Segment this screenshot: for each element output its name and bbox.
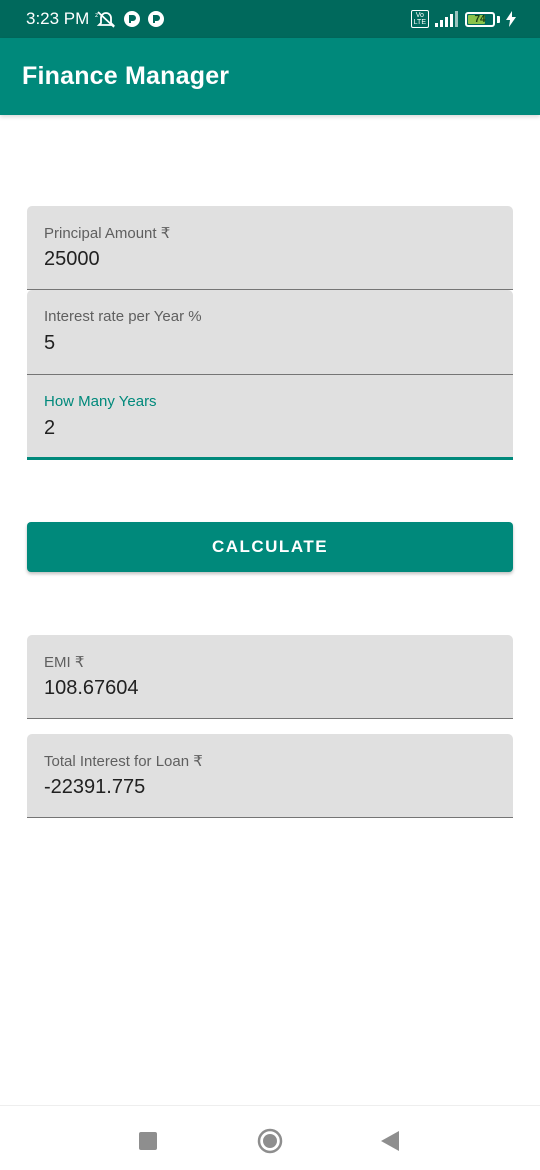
interest-rate-label: Interest rate per Year % (44, 308, 202, 325)
charging-icon (506, 11, 516, 27)
status-time: 3:23 PM (26, 9, 90, 28)
total-interest-output[interactable] (44, 776, 484, 799)
years-input[interactable] (44, 417, 484, 440)
principal-amount-label: Principal Amount ₹ (44, 225, 171, 242)
calculate-button[interactable]: CALCULATE (27, 522, 513, 572)
recents-square-icon[interactable] (133, 1126, 163, 1156)
volte-icon: Vo LTE (410, 10, 429, 28)
battery-tip (497, 15, 500, 23)
emi-label: EMI ₹ (44, 654, 85, 671)
total-interest-label: Total Interest for Loan ₹ (44, 753, 203, 770)
status-left: 3:23 PM z (26, 9, 165, 29)
years-field[interactable]: How Many Years (27, 375, 513, 460)
status-bar: 3:23 PM z Vo LTE 74 (0, 0, 540, 38)
years-label: How Many Years (44, 393, 157, 410)
emi-result-field[interactable]: EMI ₹ (27, 635, 513, 719)
circle-app-icon (123, 10, 141, 28)
emi-output[interactable] (44, 677, 484, 700)
back-triangle-icon[interactable] (375, 1126, 405, 1156)
interest-rate-field[interactable]: Interest rate per Year % (27, 290, 513, 375)
app-title: Finance Manager (22, 62, 230, 90)
principal-amount-field[interactable]: Principal Amount ₹ (27, 206, 513, 290)
principal-amount-input[interactable] (44, 248, 484, 271)
total-interest-result-field[interactable]: Total Interest for Loan ₹ (27, 734, 513, 818)
alarm-off-icon: z (95, 10, 117, 28)
app-bar: Finance Manager (0, 38, 540, 115)
status-right: Vo LTE 74 (410, 10, 516, 28)
interest-rate-input[interactable] (44, 332, 484, 355)
navigation-bar (0, 1105, 540, 1170)
battery-icon: 74 (465, 11, 495, 27)
circle-app-icon (147, 10, 165, 28)
signal-icon (435, 11, 459, 27)
svg-text:z: z (95, 12, 98, 19)
battery-level: 74 (474, 13, 486, 25)
home-circle-icon[interactable] (255, 1126, 285, 1156)
